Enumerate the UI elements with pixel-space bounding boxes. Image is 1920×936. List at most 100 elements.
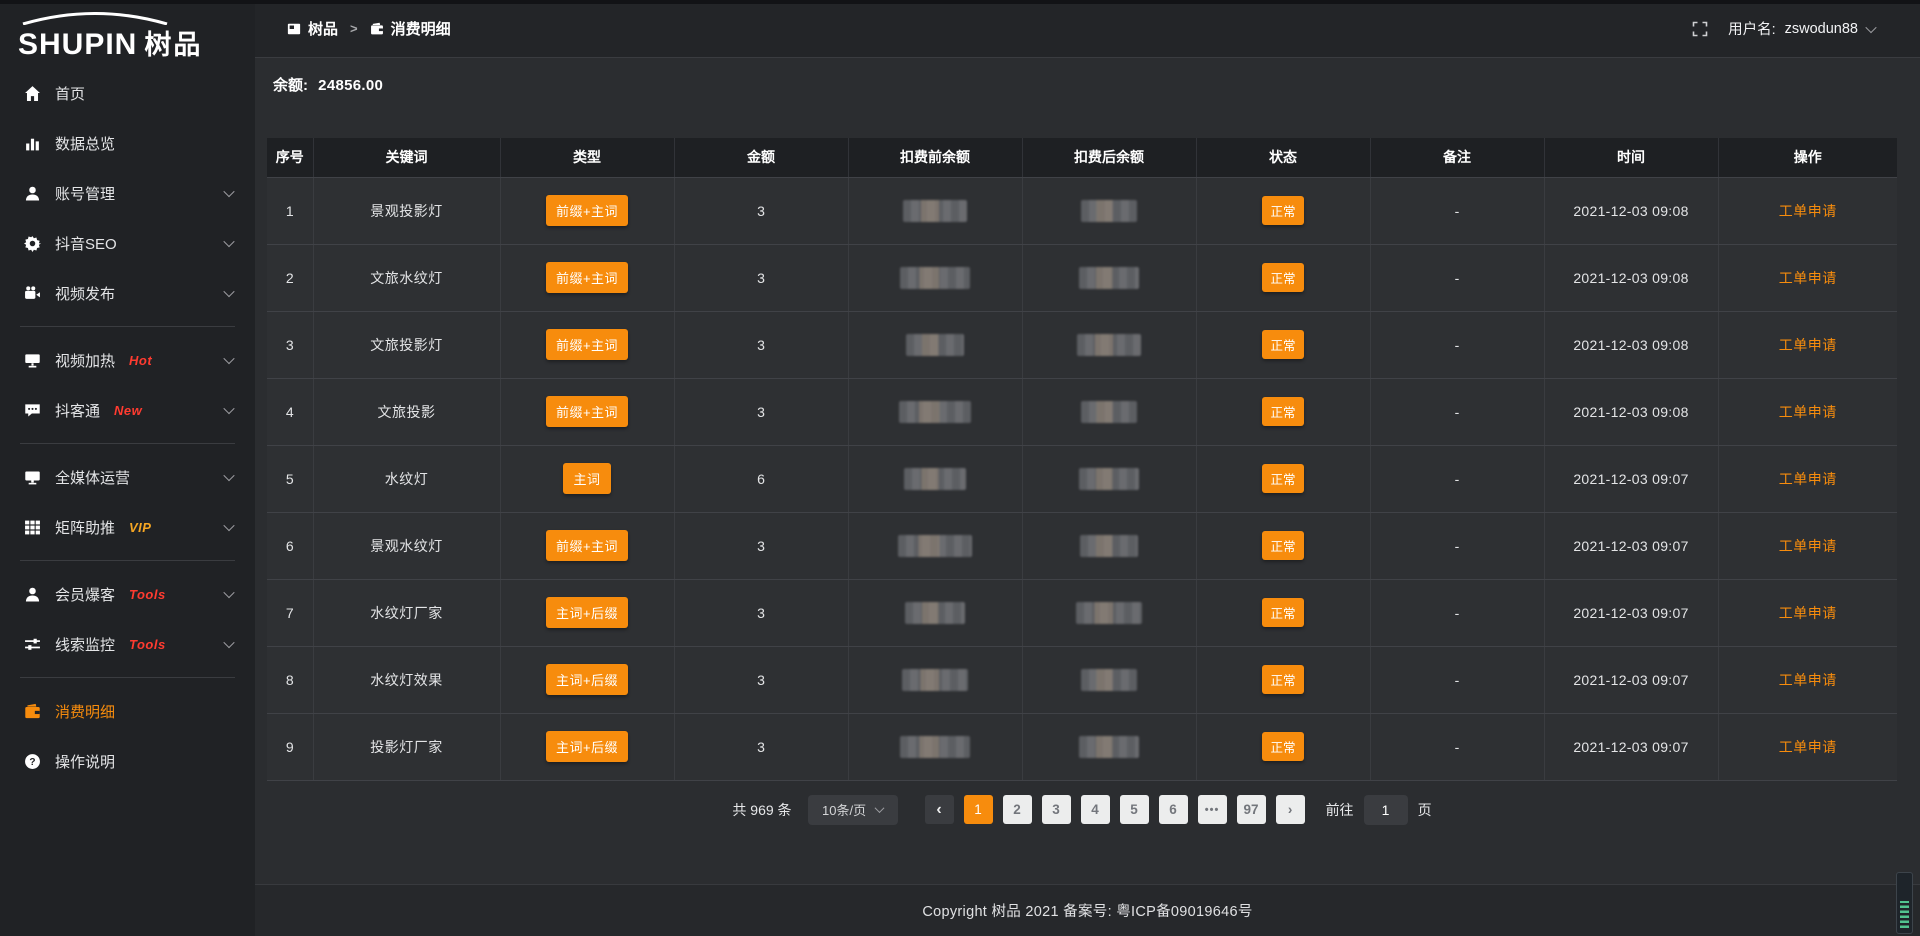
sidebar-item-account-management[interactable]: 账号管理	[0, 168, 255, 218]
sidebar-item-video-heating[interactable]: 视频加热 Hot	[0, 335, 255, 385]
sidebar: SHUPIN 树品 首页 数据总览 账号管理 抖音SEO 视频发布	[0, 0, 255, 936]
ticket-apply-link[interactable]: 工单申请	[1779, 538, 1837, 554]
page-button[interactable]: 2	[1003, 795, 1032, 824]
page-button[interactable]: 1	[964, 795, 993, 824]
type-badge: 主词	[563, 463, 610, 494]
cell-keyword: 文旅投影	[313, 378, 500, 445]
type-badge: 主词+后缀	[546, 664, 628, 695]
cell-balance-after	[1022, 713, 1196, 780]
user-menu[interactable]: 用户名: zswodun88	[1728, 18, 1875, 39]
ticket-apply-link[interactable]: 工单申请	[1779, 471, 1837, 487]
sidebar-item-data-overview[interactable]: 数据总览	[0, 118, 255, 168]
username-value: zswodun88	[1785, 21, 1858, 37]
cell-keyword: 水纹灯效果	[313, 646, 500, 713]
cell-amount: 3	[674, 713, 848, 780]
prev-page-button[interactable]: ‹	[925, 795, 954, 824]
col-status: 状态	[1196, 138, 1370, 177]
cell-seq: 8	[267, 646, 313, 713]
goto-prefix: 前往	[1326, 800, 1354, 820]
cell-status: 正常	[1196, 646, 1370, 713]
member-icon	[24, 586, 41, 603]
browser-extension-widget[interactable]	[1896, 872, 1913, 934]
page-ellipsis-button[interactable]: •••	[1198, 795, 1227, 824]
page-button[interactable]: 6	[1159, 795, 1188, 824]
cell-balance-before	[848, 177, 1022, 244]
status-badge: 正常	[1262, 263, 1303, 292]
table-row: 4 文旅投影 前缀+主词 3 正常 - 2021-12-03 09:08 工单申…	[267, 378, 1897, 445]
cell-action: 工单申请	[1718, 579, 1897, 646]
sidebar-divider	[20, 677, 235, 678]
page-button[interactable]: 3	[1042, 795, 1071, 824]
tools-badge: Tools	[129, 637, 166, 652]
sidebar-item-member-leads[interactable]: 会员爆客 Tools	[0, 569, 255, 619]
chevron-down-icon	[223, 186, 234, 197]
sidebar-item-matrix-boost[interactable]: 矩阵助推 VIP	[0, 502, 255, 552]
sidebar-item-omni-media[interactable]: 全媒体运营	[0, 452, 255, 502]
cell-status: 正常	[1196, 512, 1370, 579]
cell-time: 2021-12-03 09:07	[1544, 646, 1718, 713]
sidebar-item-label: 矩阵助推	[55, 517, 115, 538]
footer: Copyright 树品 2021 备案号: 粤ICP备09019646号	[255, 884, 1920, 936]
type-badge: 主词+后缀	[546, 731, 628, 762]
masked-balance-after	[1079, 736, 1139, 758]
logo-text-cn: 树品	[144, 23, 202, 62]
page-button[interactable]: 97	[1237, 795, 1266, 824]
ticket-apply-link[interactable]: 工单申请	[1779, 337, 1837, 353]
ticket-apply-link[interactable]: 工单申请	[1779, 739, 1837, 755]
consumption-table-body: 1 景观投影灯 前缀+主词 3 正常 - 2021-12-03 09:08 工单…	[267, 177, 1897, 780]
next-page-button[interactable]: ›	[1276, 795, 1305, 824]
cell-balance-after	[1022, 646, 1196, 713]
cell-balance-before	[848, 311, 1022, 378]
sidebar-item-douketong[interactable]: 抖客通 New	[0, 385, 255, 435]
breadcrumb-separator: >	[350, 21, 358, 36]
cell-action: 工单申请	[1718, 311, 1897, 378]
masked-balance-after	[1076, 602, 1142, 624]
cell-time: 2021-12-03 09:07	[1544, 579, 1718, 646]
fullscreen-icon[interactable]	[1692, 21, 1708, 37]
ticket-apply-link[interactable]: 工单申请	[1779, 605, 1837, 621]
goto-page-input[interactable]	[1364, 795, 1408, 825]
cell-type: 前缀+主词	[500, 378, 674, 445]
cell-note: -	[1370, 512, 1544, 579]
cell-balance-after	[1022, 177, 1196, 244]
cell-keyword: 投影灯厂家	[313, 713, 500, 780]
cell-note: -	[1370, 713, 1544, 780]
sidebar-item-consumption-detail[interactable]: 消费明细	[0, 686, 255, 736]
cell-note: -	[1370, 378, 1544, 445]
sidebar-item-clue-monitor[interactable]: 线索监控 Tools	[0, 619, 255, 669]
sidebar-item-douyin-seo[interactable]: 抖音SEO	[0, 218, 255, 268]
breadcrumb-item-current[interactable]: 消费明细	[370, 18, 451, 39]
ticket-apply-link[interactable]: 工单申请	[1779, 672, 1837, 688]
cell-keyword: 水纹灯	[313, 445, 500, 512]
breadcrumb-item-home[interactable]: 树品	[287, 18, 338, 39]
sidebar-item-instructions[interactable]: ? 操作说明	[0, 736, 255, 786]
col-time: 时间	[1544, 138, 1718, 177]
page-button[interactable]: 5	[1120, 795, 1149, 824]
cell-type: 主词+后缀	[500, 579, 674, 646]
cell-seq: 2	[267, 244, 313, 311]
topbar-right: 用户名: zswodun88	[1692, 18, 1875, 39]
sidebar-item-label: 账号管理	[55, 183, 115, 204]
goto-suffix: 页	[1418, 800, 1432, 820]
chevron-down-icon	[223, 403, 234, 414]
masked-balance-after	[1081, 401, 1137, 423]
ticket-apply-link[interactable]: 工单申请	[1779, 270, 1837, 286]
cell-status: 正常	[1196, 311, 1370, 378]
cell-status: 正常	[1196, 579, 1370, 646]
gear-icon	[24, 235, 41, 252]
type-badge: 前缀+主词	[546, 262, 628, 293]
sidebar-item-home[interactable]: 首页	[0, 68, 255, 118]
col-action: 操作	[1718, 138, 1897, 177]
cell-type: 前缀+主词	[500, 177, 674, 244]
page-button[interactable]: 4	[1081, 795, 1110, 824]
page-size-select[interactable]: 10条/页	[808, 795, 898, 825]
col-type: 类型	[500, 138, 674, 177]
user-icon	[24, 185, 41, 202]
ticket-apply-link[interactable]: 工单申请	[1779, 404, 1837, 420]
masked-balance-before	[903, 200, 967, 222]
cell-time: 2021-12-03 09:07	[1544, 512, 1718, 579]
ticket-apply-link[interactable]: 工单申请	[1779, 203, 1837, 219]
sidebar-item-video-publish[interactable]: 视频发布	[0, 268, 255, 318]
main-column: 树品 > 消费明细 用户名: zswodun88 余额: 24856.00	[255, 0, 1920, 936]
cell-balance-before	[848, 378, 1022, 445]
